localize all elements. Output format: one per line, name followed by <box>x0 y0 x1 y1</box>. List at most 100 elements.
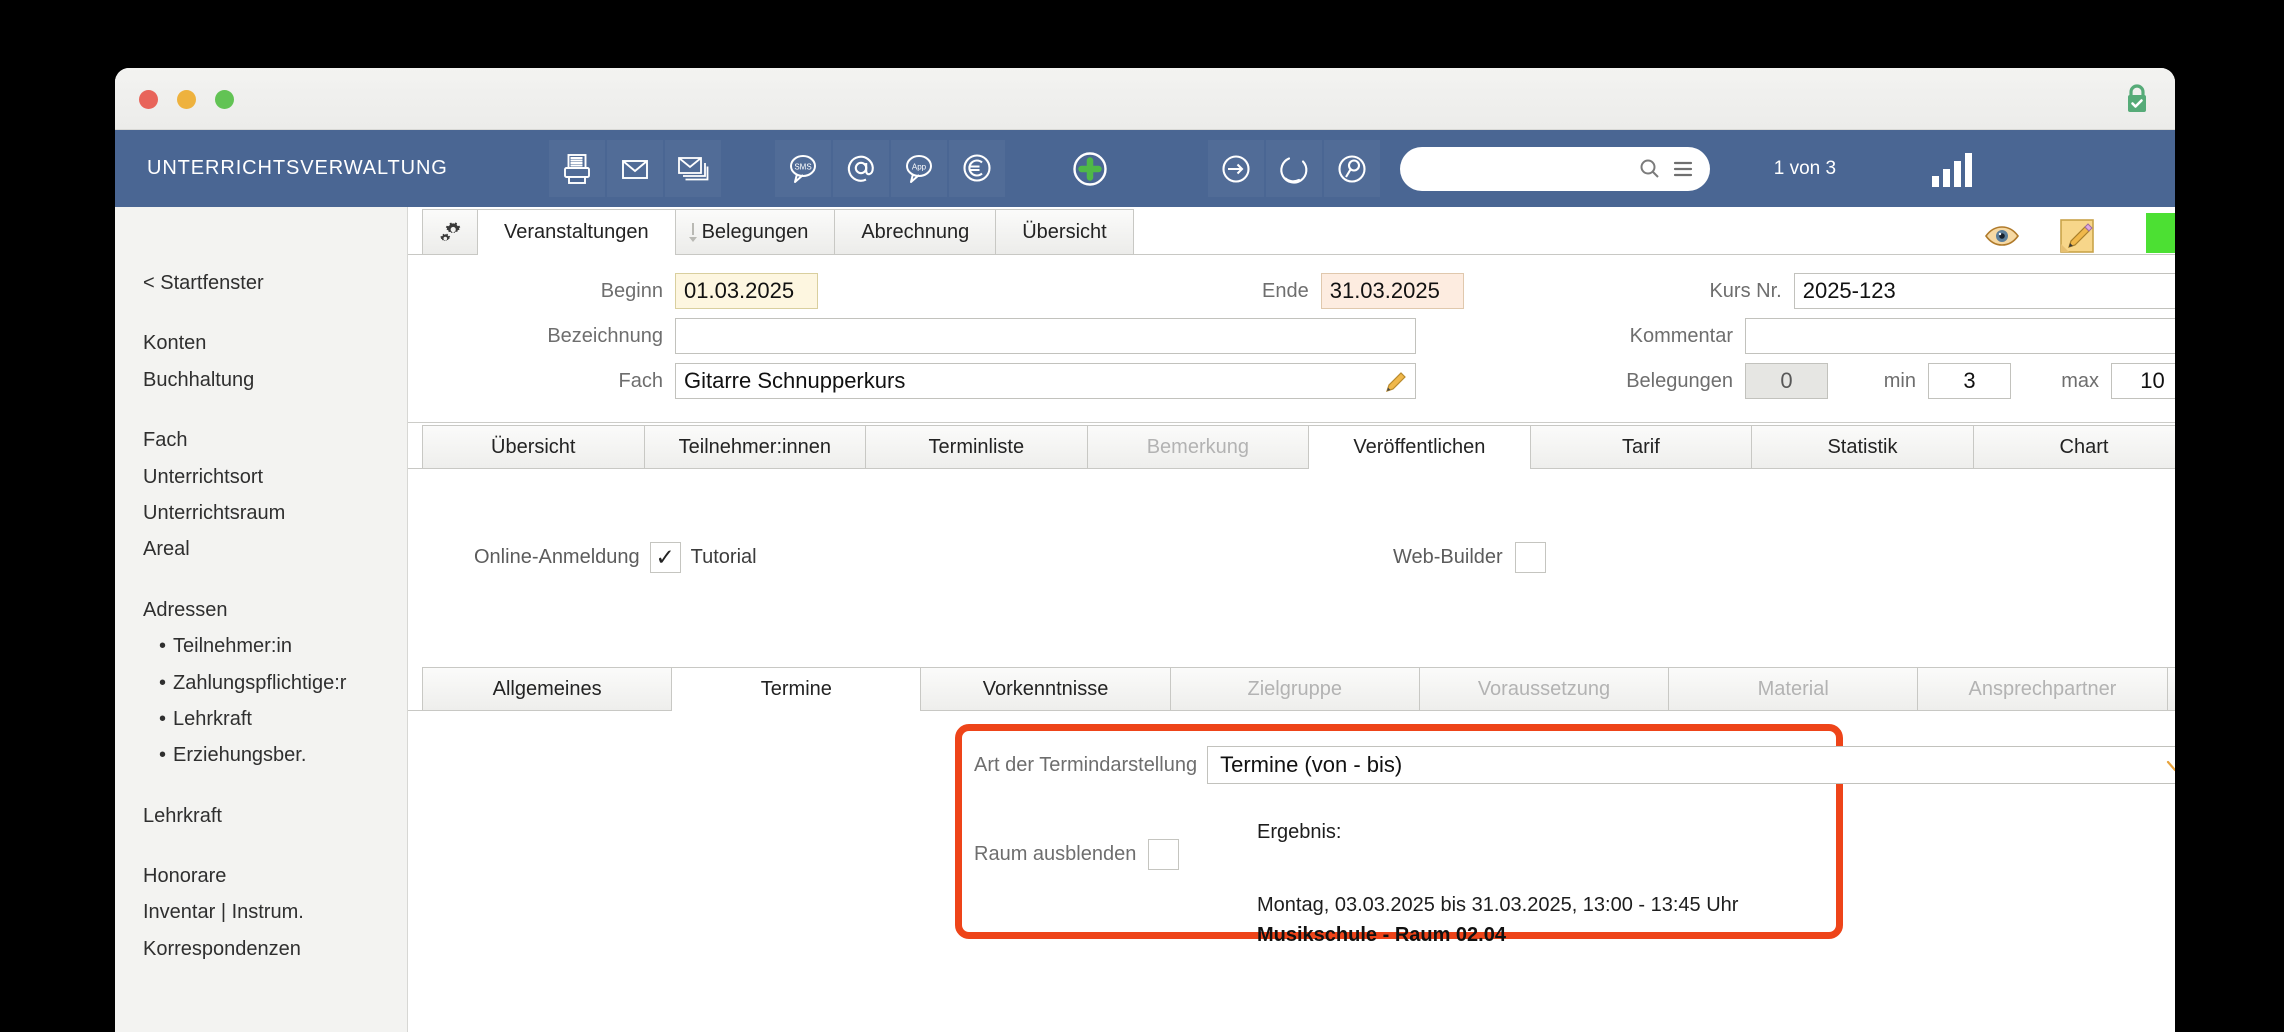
tab-teilnehmerinnen[interactable]: Teilnehmer:innen <box>643 425 867 468</box>
tab-voraussetzung: Voraussetzung <box>1418 667 1670 710</box>
sidebar-item-lehrkraft-adresse[interactable]: • Lehrkraft <box>115 701 407 737</box>
sidebar-item-konten[interactable]: Konten <box>115 325 407 361</box>
tab-uebersicht[interactable]: Übersicht <box>422 425 645 468</box>
tab-ansprechpartner: Ansprechpartner <box>1917 667 2168 710</box>
sidebar-item-areal[interactable]: Areal <box>115 531 407 567</box>
eye-icon[interactable] <box>1984 224 2020 248</box>
svg-text:SMS: SMS <box>794 162 811 171</box>
label-min: min <box>1883 369 1916 392</box>
toolbar-group-nav <box>1207 140 1382 197</box>
arrow-right-circle-icon[interactable] <box>1207 140 1264 197</box>
window-zoom-button[interactable] <box>215 90 234 109</box>
record-actions <box>1984 217 2096 255</box>
sms-bubble-icon[interactable]: SMS <box>774 140 831 197</box>
toolbar-group-messaging: SMS App <box>774 140 1007 197</box>
search-input[interactable] <box>1399 146 1710 191</box>
envelope-stack-icon[interactable] <box>664 140 721 197</box>
bezeichnung-field[interactable] <box>675 318 1416 354</box>
art-der-termindarstellung-select[interactable]: Termine (von - bis) <box>1207 746 2175 784</box>
list-icon[interactable] <box>1672 157 1696 181</box>
bar-chart-icon[interactable] <box>1928 149 1974 189</box>
label-belegungen: Belegungen <box>1626 369 1733 392</box>
sidebar-item-label: Zahlungspflichtige:r <box>173 671 347 694</box>
online-anmeldung-row: Online-Anmeldung ✓ Tutorial <box>474 542 757 573</box>
printer-icon[interactable] <box>548 140 605 197</box>
label-art-der-termindarstellung: Art der Termindarstellung <box>974 753 1198 776</box>
label-fach: Fach <box>618 369 663 392</box>
sidebar-item-unterrichtsort[interactable]: Unterrichtsort <box>115 459 407 495</box>
window-close-button[interactable] <box>139 90 158 109</box>
plus-circle-icon[interactable] <box>1062 140 1118 197</box>
ende-field[interactable]: 31.03.2025 <box>1320 273 1464 309</box>
sidebar-item-teilnehmerin[interactable]: • Teilnehmer:in <box>115 628 407 664</box>
tab-vorkenntnisse[interactable]: Vorkenntnisse <box>920 667 1171 710</box>
bullet-icon: • <box>159 671 167 694</box>
fach-value: Gitarre Schnupperkurs <box>684 368 906 393</box>
sidebar-item-lehrkraft[interactable]: Lehrkraft <box>115 798 407 834</box>
svg-text:App: App <box>912 162 927 171</box>
tab-uebersicht-top[interactable]: Übersicht <box>995 209 1134 254</box>
tab-veroeffentlichen[interactable]: Veröffentlichen <box>1308 425 1531 469</box>
max-field[interactable]: 10 <box>2111 363 2175 399</box>
tab-termine[interactable]: Termine <box>671 667 922 711</box>
web-builder-checkbox[interactable] <box>1514 542 1546 573</box>
label-tutorial[interactable]: Tutorial <box>691 546 757 569</box>
fach-field[interactable]: Gitarre Schnupperkurs <box>675 363 1416 399</box>
status-green[interactable] <box>2145 213 2175 253</box>
note-pencil-icon[interactable] <box>2058 217 2096 255</box>
chevron-down-icon[interactable] <box>2164 755 2175 777</box>
euro-icon[interactable] <box>948 140 1005 197</box>
label-raum-ausblenden: Raum ausblenden <box>974 843 1137 865</box>
kursnr-field[interactable]: 2025-123 <box>1793 273 2175 309</box>
label-online-anmeldung: Online-Anmeldung <box>474 546 640 568</box>
sidebar-item-fach[interactable]: Fach <box>115 422 407 458</box>
label-max: max <box>2061 369 2099 392</box>
online-anmeldung-checkbox[interactable]: ✓ <box>649 542 681 573</box>
refresh-circle-icon[interactable] <box>1265 140 1322 197</box>
sidebar-item-inventar[interactable]: Inventar | Instrum. <box>115 894 407 930</box>
app-window: UNTERRICHTSVERWALTUNG SMS App 1 von 3 < … <box>115 68 2175 1032</box>
sub-tab-bar: Allgemeines Termine Vorkenntnisse Zielgr… <box>408 665 2175 711</box>
raum-ausblenden-checkbox[interactable] <box>1148 839 1180 870</box>
sidebar-item-korrespondenzen[interactable]: Korrespondenzen <box>115 931 407 967</box>
tab-tarif[interactable]: Tarif <box>1529 425 1753 468</box>
sidebar-item-label: Lehrkraft <box>173 707 252 730</box>
course-header-form: Beginn 01.03.2025 Ende 31.03.2025 Kurs N… <box>408 255 2175 423</box>
beginn-field[interactable]: 01.03.2025 <box>675 273 818 309</box>
sidebar-item-honorare[interactable]: Honorare <box>115 858 407 894</box>
ergebnis-title: Ergebnis: <box>1257 821 1342 843</box>
tab-belegungen[interactable]: Belegungen <box>674 209 836 254</box>
sidebar-item-zahlungspflichtiger[interactable]: • Zahlungspflichtige:r <box>115 665 407 701</box>
sidebar-item-adressen[interactable]: Adressen <box>115 592 407 628</box>
lock-secure-icon <box>2128 84 2146 112</box>
label-bezeichnung: Bezeichnung <box>547 324 663 347</box>
tab-bemerkung-sub: Bemerkung <box>2166 667 2175 710</box>
sidebar-item-unterrichtsraum[interactable]: Unterrichtsraum <box>115 495 407 531</box>
magnifier-circle-icon[interactable] <box>1323 140 1380 197</box>
ergebnis-datum-zeit: Montag, 03.03.2025 bis 31.03.2025, 13:00… <box>1257 894 1739 916</box>
tab-abrechnung[interactable]: Abrechnung <box>834 209 997 254</box>
kommentar-field[interactable] <box>1745 318 2175 354</box>
tab-statistik[interactable]: Statistik <box>1751 425 1974 468</box>
gears-icon[interactable] <box>422 209 478 254</box>
tab-chart[interactable]: Chart <box>1972 425 2175 468</box>
arrow-up-small-icon <box>688 223 697 242</box>
sidebar-item-erziehungsberechtigte[interactable]: • Erziehungsber. <box>115 737 407 773</box>
tab-veranstaltungen[interactable]: Veranstaltungen <box>477 209 676 255</box>
tab-allgemeines[interactable]: Allgemeines <box>422 667 673 710</box>
application-title: UNTERRICHTSVERWALTUNG <box>147 157 448 179</box>
sidebar-item-buchhaltung[interactable]: Buchhaltung <box>115 362 407 398</box>
pencil-icon[interactable] <box>1383 371 1407 395</box>
app-bubble-icon[interactable]: App <box>890 140 947 197</box>
module-tab-bar: Veranstaltungen Belegungen Abrechnung Üb… <box>408 207 2175 255</box>
window-titlebar <box>115 68 2175 130</box>
tab-terminliste[interactable]: Terminliste <box>865 425 1088 468</box>
min-field[interactable]: 3 <box>1928 363 2011 399</box>
at-sign-icon[interactable] <box>832 140 889 197</box>
art-selected-value: Termine (von - bis) <box>1220 752 1403 777</box>
raum-ausblenden-row: Raum ausblenden <box>974 839 1180 870</box>
sidebar-back-startfenster[interactable]: < Startfenster <box>115 265 407 301</box>
label-ende: Ende <box>1262 279 1309 302</box>
window-minimize-button[interactable] <box>177 90 196 109</box>
envelope-icon[interactable] <box>606 140 663 197</box>
